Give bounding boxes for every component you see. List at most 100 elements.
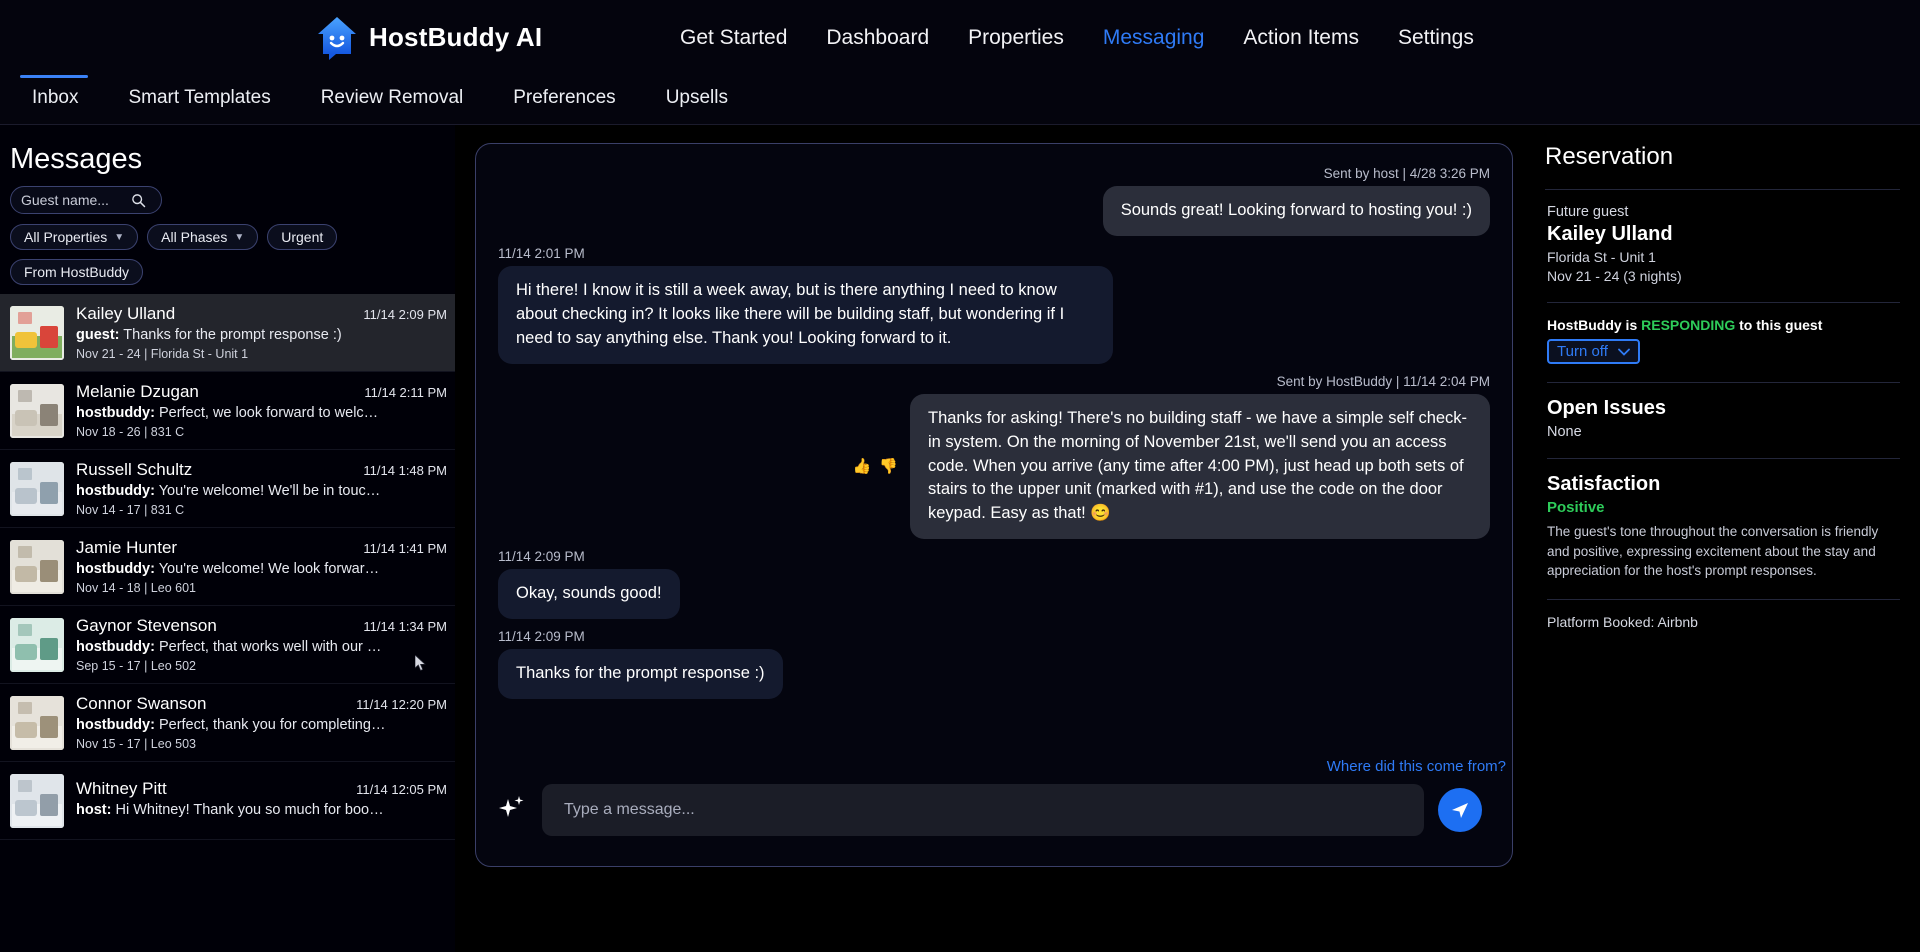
conversation-timestamp: 11/14 2:11 PM [364,385,447,400]
property-thumbnail [10,461,64,516]
filter-urgent[interactable]: Urgent [267,224,338,250]
conversation-meta: Nov 15 - 17 | Leo 503 [76,737,196,751]
open-issues-value: None [1547,424,1582,440]
conversation-sender: hostbuddy: [76,561,155,577]
filter-all-phases[interactable]: All Phases ▼ [147,224,259,250]
message-bubble: Sounds great! Looking forward to hosting… [1102,186,1490,236]
conversation-row[interactable]: Melanie Dzugan 11/14 2:11 PM hostbuddy: Pe… [0,372,455,450]
search-input[interactable] [21,192,127,208]
conversation-snippet: hostbuddy: Perfect, that works well with… [76,639,386,655]
conversation-sender: guest: [76,327,120,343]
conversation-row[interactable]: Gaynor Stevenson 11/14 1:34 PM hostbuddy: … [0,606,455,684]
messages-panel: Messages All Properties ▼ All Phases ▼ U [0,125,455,952]
brand-name: HostBuddy AI [369,21,543,52]
conversation-timestamp: 11/14 12:05 PM [356,782,447,797]
open-issues-title: Open Issues [1547,397,1666,419]
reservation-dates: Nov 21 - 24 (3 nights) [1547,268,1682,284]
message-timestamp: Sent by HostBuddy | 11/14 2:04 PM [1276,373,1490,389]
conversation-content: Russell Schultz 11/14 1:48 PM hostbuddy: Y… [76,460,447,517]
conversation-snippet: hostbuddy: You're welcome! We'll be in t… [76,483,386,499]
conversation-row[interactable]: Jamie Hunter 11/14 1:41 PM hostbuddy: You'… [0,528,455,606]
property-thumbnail [10,383,64,438]
thumbs-down-icon[interactable]: 👎 [879,457,898,475]
sparkle-icon[interactable] [494,792,528,828]
property-thumbnail [10,773,64,828]
message-row: Thanks for the prompt response :) [498,649,1490,700]
tab-preferences[interactable]: Preferences [491,77,643,121]
satisfaction-title: Satisfaction [1547,473,1661,495]
hostbuddy-status-suffix: to this guest [1735,317,1823,333]
conversation-preview: You're welcome! We'll be in touch ver... [158,483,386,499]
brand-logo-group[interactable]: HostBuddy AI [315,14,542,60]
nav-messaging[interactable]: Messaging [1103,26,1205,50]
conversation-timestamp: 11/14 1:41 PM [363,541,447,556]
message-row: 👍 👎 Thanks for asking! There's no building… [498,393,1490,540]
conversation-timestamp: 11/14 1:34 PM [363,619,447,634]
conversation-meta: Nov 21 - 24 | Florida St - Unit 1 [76,347,249,361]
conversation-content: Connor Swanson 11/14 12:20 PM hostbuddy: P… [76,694,447,751]
nav-settings[interactable]: Settings [1398,26,1474,50]
conversation-row[interactable]: Whitney Pitt 11/14 12:05 PM host: Hi Whitn… [0,762,455,840]
guest-name: Kailey Ulland [1547,223,1673,245]
conversation-row[interactable]: Connor Swanson 11/14 12:20 PM hostbuddy: P… [0,684,455,762]
reservation-title: Reservation [1545,143,1674,170]
nav-properties[interactable]: Properties [968,26,1064,50]
conversation-snippet: hostbuddy: You're welcome! We look forwa… [76,561,386,577]
tab-inbox[interactable]: Inbox [10,75,106,121]
filter-all-phases-label: All Phases [161,229,228,245]
tab-upsells[interactable]: Upsells [644,77,756,121]
nav-dashboard[interactable]: Dashboard [826,26,929,50]
chevron-down-icon [1617,348,1630,356]
filter-from-hostbuddy[interactable]: From HostBuddy [10,259,144,285]
conversation-preview: Perfect, that works well with our stand.… [158,639,386,655]
conversation-row[interactable]: Russell Schultz 11/14 1:48 PM hostbuddy: Y… [0,450,455,528]
message-bubble: Thanks for the prompt response :) [498,649,783,700]
message-row: Hi there! I know it is still a week away… [498,265,1490,364]
page-title: Messages [10,143,143,175]
satisfaction-value: Positive [1547,499,1605,516]
conversation-timestamp: 11/14 2:09 PM [363,307,447,322]
filter-chip-row-1: All Properties ▼ All Phases ▼ Urgent [10,224,445,250]
platform-booked: Platform Booked: Airbnb [1547,613,1698,630]
message-timestamp: 11/14 2:01 PM [498,245,585,261]
conversation-guest-name: Kailey Ulland [76,304,176,323]
message-bubble: Hi there! I know it is still a week away… [498,265,1113,364]
conversation-guest-name: Jamie Hunter [76,538,178,557]
property-thumbnail [10,539,64,594]
conversation-sender: hostbuddy: [76,639,155,655]
nav-get-started[interactable]: Get Started [680,26,787,50]
conversation-content: Whitney Pitt 11/14 12:05 PM host: Hi Whitn… [76,779,447,822]
hostbuddy-status-prefix: HostBuddy is [1547,317,1642,333]
filter-all-properties[interactable]: All Properties ▼ [10,224,139,250]
conversation-meta: Nov 14 - 17 | 831 C [76,503,185,517]
chat-panel: Sent by host | 4/28 3:26 PM Sounds great!… [455,125,1535,952]
message-input[interactable] [542,784,1424,836]
thumbs-up-icon[interactable]: 👍 [853,457,872,475]
hostbuddy-toggle-select[interactable]: Turn off [1547,339,1640,364]
send-button[interactable] [1438,788,1482,832]
reaction-buttons[interactable]: 👍 👎 [853,457,898,475]
send-icon [1452,803,1468,818]
conversation-content: Jamie Hunter 11/14 1:41 PM hostbuddy: You'… [76,538,447,595]
property-thumbnail [10,617,64,672]
message-thread: Sent by host | 4/28 3:26 PM Sounds great!… [476,144,1512,756]
conversation-list[interactable]: Kailey Ulland 11/14 2:09 PM guest: Thanks … [0,294,455,840]
conversation-sender: hostbuddy: [76,717,155,733]
reservation-panel: Reservation Future guest Kailey Ulland F… [1535,125,1920,952]
conversation-snippet: hostbuddy: Perfect, thank you for comple… [76,717,386,733]
tab-review-removal[interactable]: Review Removal [299,77,492,121]
property-thumbnail [10,305,64,360]
tab-smart-templates[interactable]: Smart Templates [106,77,298,121]
conversation-guest-name: Whitney Pitt [76,779,167,798]
nav-action-items[interactable]: Action Items [1243,26,1359,50]
filter-chip-row-2: From HostBuddy [10,259,445,285]
conversation-timestamp: 11/14 1:48 PM [363,463,447,478]
chevron-down-icon: ▼ [234,231,245,243]
conversation-content: Gaynor Stevenson 11/14 1:34 PM hostbuddy: … [76,616,447,673]
conversation-row[interactable]: Kailey Ulland 11/14 2:09 PM guest: Thanks … [0,294,455,372]
search-box[interactable] [10,186,162,214]
conversation-sender: hostbuddy: [76,405,155,421]
conversation-snippet: guest: Thanks for the prompt response :) [76,327,386,343]
filters-group: All Properties ▼ All Phases ▼ Urgent Fro… [0,186,455,285]
conversation-sender: hostbuddy: [76,483,155,499]
